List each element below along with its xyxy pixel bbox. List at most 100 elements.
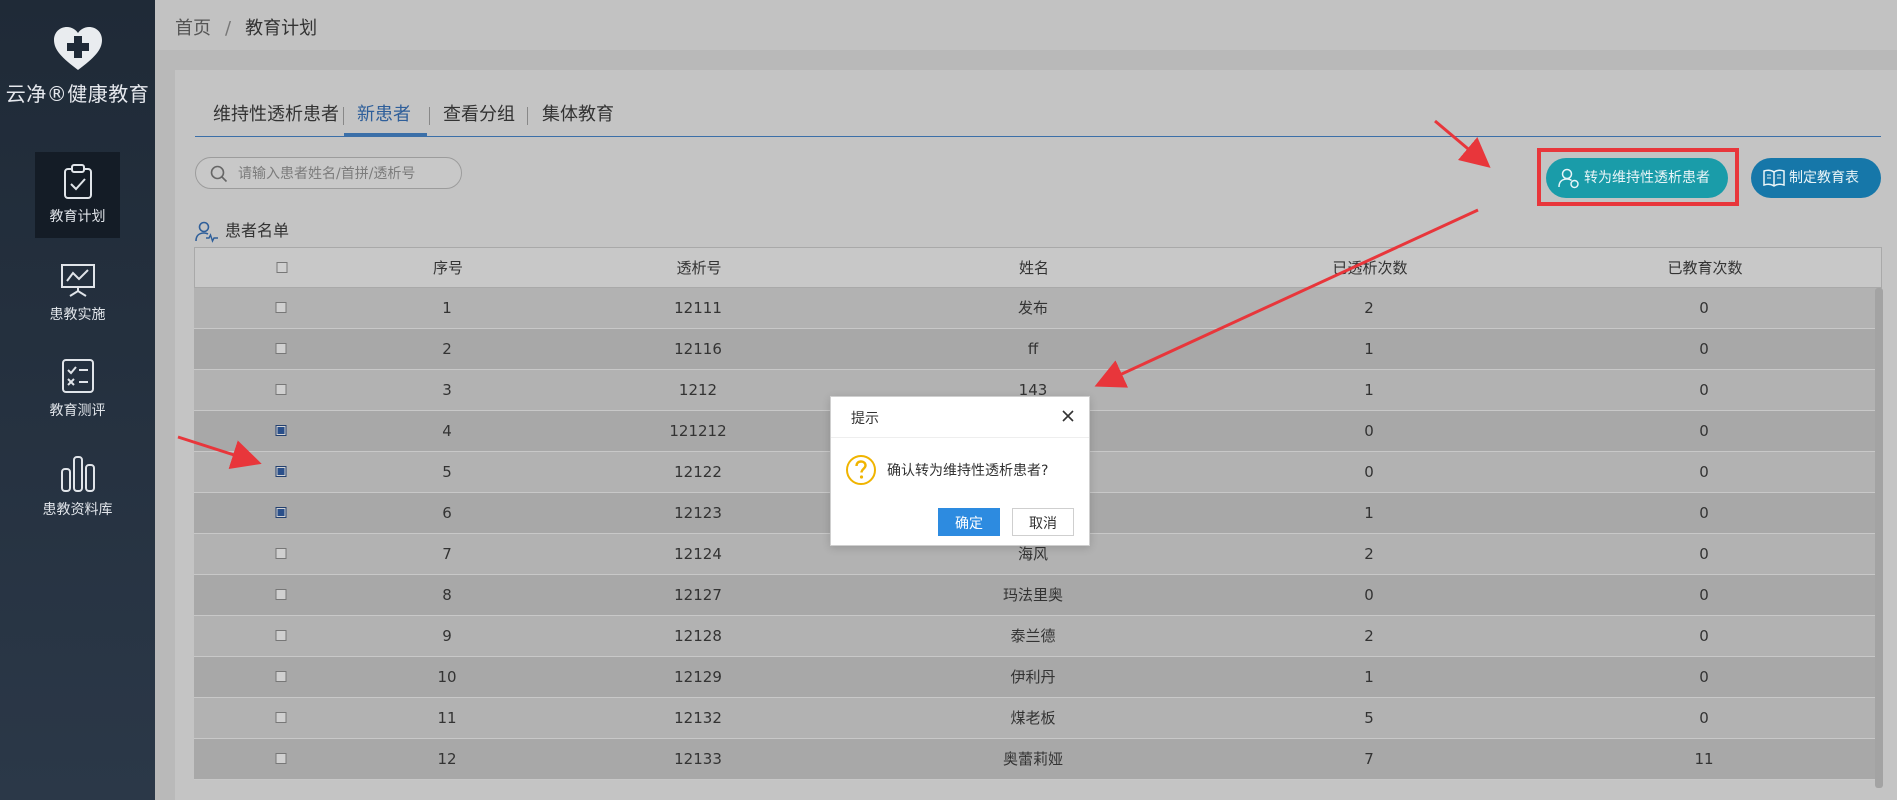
row-checkbox[interactable] (275, 753, 287, 764)
table-cell: ff (1027, 340, 1039, 358)
clipboard-check-icon (63, 164, 92, 199)
row-checkbox[interactable] (275, 466, 287, 477)
table-cell: 0 (1364, 463, 1374, 481)
breadcrumb-current: 教育计划 (245, 18, 318, 39)
table-cell: 12132 (674, 709, 722, 727)
table-cell: 6 (442, 504, 452, 522)
close-icon[interactable] (1061, 409, 1075, 423)
table-cell: 煤老板 (1010, 709, 1056, 727)
presentation-board-icon (60, 264, 95, 297)
table-cell: 2 (1364, 299, 1374, 317)
table-cell: 7 (1364, 750, 1374, 768)
breadcrumb-home[interactable]: 首页 (175, 18, 211, 39)
row-checkbox[interactable] (275, 671, 287, 682)
sidebar-item-label: 患教实施 (49, 307, 106, 323)
table-cell: 12129 (674, 668, 722, 686)
row-checkbox[interactable] (275, 302, 287, 313)
table-cell: 1212 (678, 381, 718, 399)
table-cell: 0 (1699, 668, 1709, 686)
table-scrollbar[interactable] (1875, 288, 1883, 788)
row-checkbox[interactable] (275, 384, 287, 395)
column-header: 姓名 (1018, 259, 1050, 277)
row-checkbox[interactable] (275, 589, 287, 600)
table-row[interactable]: 1 12111 发布 2 0 (194, 288, 1882, 329)
confirm-dialog: 提示 确认转为维持性透析患者? 确定 取消 (830, 396, 1090, 546)
table-cell: 12127 (674, 586, 722, 604)
table-cell: 5 (1364, 709, 1374, 727)
search-input[interactable] (236, 162, 450, 186)
table-cell: 0 (1699, 463, 1709, 481)
table-cell: 1 (442, 299, 452, 317)
column-header: 已教育次数 (1667, 259, 1743, 277)
top-bar: 首页 / 教育计划 (155, 0, 1897, 50)
sidebar-item-education-implementation[interactable]: 患教实施 (35, 250, 120, 336)
table-cell: 12 (437, 750, 457, 768)
table-cell: 12111 (674, 299, 722, 317)
table-cell: 8 (442, 586, 452, 604)
sidebar-item-label: 患教资料库 (42, 502, 113, 518)
sidebar-item-label: 教育测评 (49, 403, 106, 419)
table-cell: 11 (1694, 750, 1714, 768)
row-checkbox[interactable] (275, 343, 287, 354)
table-cell: 3 (442, 381, 452, 399)
table-cell: 0 (1364, 422, 1374, 440)
brand-name: 云净®健康教育 (5, 82, 150, 106)
row-checkbox[interactable] (275, 507, 287, 518)
table-cell: 12123 (674, 504, 722, 522)
table-cell: 0 (1699, 504, 1709, 522)
sidebar-item-label: 教育计划 (49, 209, 106, 225)
table-cell: 2 (1364, 545, 1374, 563)
books-icon (60, 456, 95, 492)
table-row[interactable]: 2 12116 ff 1 0 (194, 329, 1882, 370)
sidebar-item-education-library[interactable]: 患教资料库 (35, 443, 120, 529)
table-cell: 12122 (674, 463, 722, 481)
confirm-button[interactable]: 确定 (938, 508, 1000, 536)
tab-new-patients[interactable]: 新患者 (344, 98, 427, 136)
tab-maintenance-patients[interactable]: 维持性透析患者 (213, 98, 339, 136)
checklist-icon (61, 359, 94, 393)
table-row[interactable]: 8 12127 玛法里奥 0 0 (194, 575, 1882, 616)
table-row[interactable]: 12 12133 奥蕾莉娅 7 11 (194, 739, 1882, 780)
cancel-button[interactable]: 取消 (1012, 508, 1074, 536)
table-cell: 1 (1364, 504, 1374, 522)
heart-cross-icon (53, 27, 102, 70)
table-cell: 12116 (674, 340, 722, 358)
column-header: 透析号 (676, 259, 722, 277)
table-cell: 2 (442, 340, 452, 358)
table-cell: 11 (437, 709, 457, 727)
sidebar-item-education-evaluation[interactable]: 教育测评 (35, 346, 120, 432)
table-header: 序号 透析号 姓名 已透析次数 已教育次数 (194, 247, 1882, 288)
create-education-plan-button[interactable]: 制定教育表 (1751, 158, 1881, 198)
user-pulse-icon (195, 221, 218, 243)
plan-button-label: 制定教育表 (1789, 170, 1859, 186)
table-row[interactable]: 9 12128 泰兰德 2 0 (194, 616, 1882, 657)
dialog-title: 提示 (851, 411, 879, 427)
sidebar-item-education-plan[interactable]: 教育计划 (35, 152, 120, 238)
table-row[interactable]: 11 12132 煤老板 5 0 (194, 698, 1882, 739)
patient-list-title-text: 患者名单 (225, 221, 290, 240)
search-icon (210, 165, 228, 183)
table-cell: 0 (1699, 709, 1709, 727)
tab-separator (429, 107, 430, 125)
table-cell: 1 (1364, 668, 1374, 686)
table-cell: 10 (437, 668, 457, 686)
table-row[interactable]: 10 12129 伊利丹 1 0 (194, 657, 1882, 698)
table-cell: 0 (1699, 627, 1709, 645)
column-header: 已透析次数 (1332, 259, 1408, 277)
tab-view-groups[interactable]: 查看分组 (443, 98, 515, 136)
table-cell: 1 (1364, 381, 1374, 399)
table-cell: 12124 (674, 545, 722, 563)
column-header: 序号 (432, 259, 464, 277)
table-cell: 9 (442, 627, 452, 645)
table-cell: 泰兰德 (1010, 627, 1056, 645)
row-checkbox[interactable] (275, 712, 287, 723)
table-cell: 0 (1699, 545, 1709, 563)
tab-group-education[interactable]: 集体教育 (542, 98, 614, 136)
sidebar: 云净®健康教育 教育计划 患教实施 教育测评 患教资料库 (0, 0, 155, 800)
row-checkbox[interactable] (275, 548, 287, 559)
table-cell: 玛法里奥 (1002, 586, 1064, 604)
row-checkbox[interactable] (275, 630, 287, 641)
row-checkbox[interactable] (275, 425, 287, 436)
select-all-checkbox[interactable] (276, 262, 288, 273)
table-cell: 2 (1364, 627, 1374, 645)
